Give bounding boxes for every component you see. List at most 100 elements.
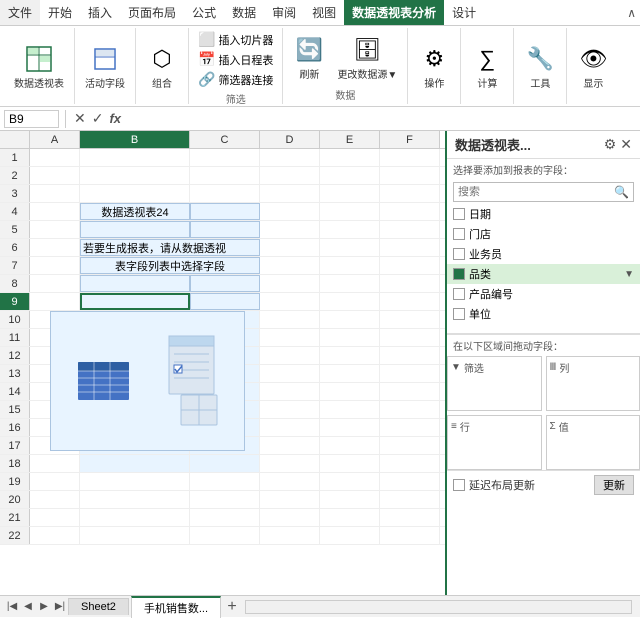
cell-A3[interactable] (30, 185, 80, 202)
tab-insert[interactable]: 插入 (80, 0, 120, 25)
cell-F22[interactable] (380, 527, 440, 544)
cell-F16[interactable] (380, 419, 440, 436)
ribbon-collapse-icon[interactable]: ∧ (627, 6, 636, 20)
cell-D2[interactable] (260, 167, 320, 184)
cell-D3[interactable] (260, 185, 320, 202)
btn-active-field[interactable]: 活动字段 (81, 41, 129, 92)
cell-E2[interactable] (320, 167, 380, 184)
sheet-nav-next[interactable]: ▶ (36, 599, 52, 615)
cell-A6[interactable] (30, 239, 80, 256)
cell-B9[interactable] (80, 293, 190, 310)
btn-calc[interactable]: ∑ 计算 (467, 41, 507, 92)
cell-E3[interactable] (320, 185, 380, 202)
col-header-B[interactable]: B (80, 131, 190, 148)
btn-insert-slicer[interactable]: ⬜ 插入切片器 (195, 30, 276, 49)
cell-A18[interactable] (30, 455, 80, 472)
tab-data[interactable]: 数据 (224, 0, 264, 25)
cell-F1[interactable] (380, 149, 440, 166)
panel-settings-icon[interactable]: ⚙ (604, 136, 617, 153)
cell-F7[interactable] (380, 257, 440, 274)
cell-E21[interactable] (320, 509, 380, 526)
cell-D18[interactable] (260, 455, 320, 472)
cell-D10[interactable] (260, 311, 320, 328)
cell-D22[interactable] (260, 527, 320, 544)
cell-C1[interactable] (190, 149, 260, 166)
col-header-E[interactable]: E (320, 131, 380, 148)
field-item-category[interactable]: 品类 ▼ (447, 264, 640, 284)
sheet-nav-prev[interactable]: ◀ (20, 599, 36, 615)
cell-E6[interactable] (320, 239, 380, 256)
delay-checkbox[interactable] (453, 479, 465, 491)
cell-F18[interactable] (380, 455, 440, 472)
cell-F3[interactable] (380, 185, 440, 202)
cell-D14[interactable] (260, 383, 320, 400)
cell-E12[interactable] (320, 347, 380, 364)
field-checkbox-store[interactable] (453, 228, 465, 240)
col-header-A[interactable]: A (30, 131, 80, 148)
cell-C3[interactable] (190, 185, 260, 202)
cell-A9[interactable] (30, 293, 80, 310)
cell-C22[interactable] (190, 527, 260, 544)
cell-E1[interactable] (320, 149, 380, 166)
cell-E4[interactable] (320, 203, 380, 220)
cell-D4[interactable] (260, 203, 320, 220)
col-header-D[interactable]: D (260, 131, 320, 148)
cell-D20[interactable] (260, 491, 320, 508)
cell-F4[interactable] (380, 203, 440, 220)
cell-E18[interactable] (320, 455, 380, 472)
search-icon[interactable]: 🔍 (610, 185, 633, 199)
sheet-nav-last[interactable]: ▶| (52, 599, 68, 615)
cell-F15[interactable] (380, 401, 440, 418)
cell-D11[interactable] (260, 329, 320, 346)
cell-A22[interactable] (30, 527, 80, 544)
cell-C20[interactable] (190, 491, 260, 508)
tab-file[interactable]: 文件 (0, 0, 40, 25)
cell-B18[interactable] (80, 455, 190, 472)
cell-A7[interactable] (30, 257, 80, 274)
cell-F13[interactable] (380, 365, 440, 382)
drag-area-rows[interactable]: ≡ 行 (447, 415, 542, 470)
cell-E16[interactable] (320, 419, 380, 436)
cell-A1[interactable] (30, 149, 80, 166)
btn-group[interactable]: ⬡ 组合 (142, 41, 182, 92)
cell-E8[interactable] (320, 275, 380, 292)
tab-design[interactable]: 设计 (444, 0, 484, 25)
cell-E11[interactable] (320, 329, 380, 346)
cell-E22[interactable] (320, 527, 380, 544)
col-header-C[interactable]: C (190, 131, 260, 148)
field-search-input[interactable] (454, 186, 610, 198)
cell-F5[interactable] (380, 221, 440, 238)
cell-D19[interactable] (260, 473, 320, 490)
cell-E20[interactable] (320, 491, 380, 508)
drag-area-values[interactable]: Σ 值 (546, 415, 640, 470)
cell-E17[interactable] (320, 437, 380, 454)
cell-C18[interactable] (190, 455, 260, 472)
cell-D21[interactable] (260, 509, 320, 526)
cell-F8[interactable] (380, 275, 440, 292)
cell-C21[interactable] (190, 509, 260, 526)
cell-C5[interactable] (190, 221, 260, 238)
tab-formula[interactable]: 公式 (184, 0, 224, 25)
cell-F19[interactable] (380, 473, 440, 490)
cell-B5[interactable] (80, 221, 190, 238)
cell-A5[interactable] (30, 221, 80, 238)
cell-D17[interactable] (260, 437, 320, 454)
tab-pivot-analysis[interactable]: 数据透视表分析 (344, 0, 444, 25)
cell-A8[interactable] (30, 275, 80, 292)
cell-E9[interactable] (320, 293, 380, 310)
cell-B21[interactable] (80, 509, 190, 526)
cell-E5[interactable] (320, 221, 380, 238)
cell-A4[interactable] (30, 203, 80, 220)
cell-B1[interactable] (80, 149, 190, 166)
cell-C19[interactable] (190, 473, 260, 490)
cell-C4[interactable] (190, 203, 260, 220)
cell-B22[interactable] (80, 527, 190, 544)
field-checkbox-salesperson[interactable] (453, 248, 465, 260)
cell-F20[interactable] (380, 491, 440, 508)
field-item-store[interactable]: 门店 (447, 224, 640, 244)
drag-area-filter[interactable]: ▼ 筛选 (447, 356, 542, 411)
cell-D5[interactable] (260, 221, 320, 238)
insert-function-icon[interactable]: fx (107, 111, 123, 126)
cell-F11[interactable] (380, 329, 440, 346)
tab-start[interactable]: 开始 (40, 0, 80, 25)
